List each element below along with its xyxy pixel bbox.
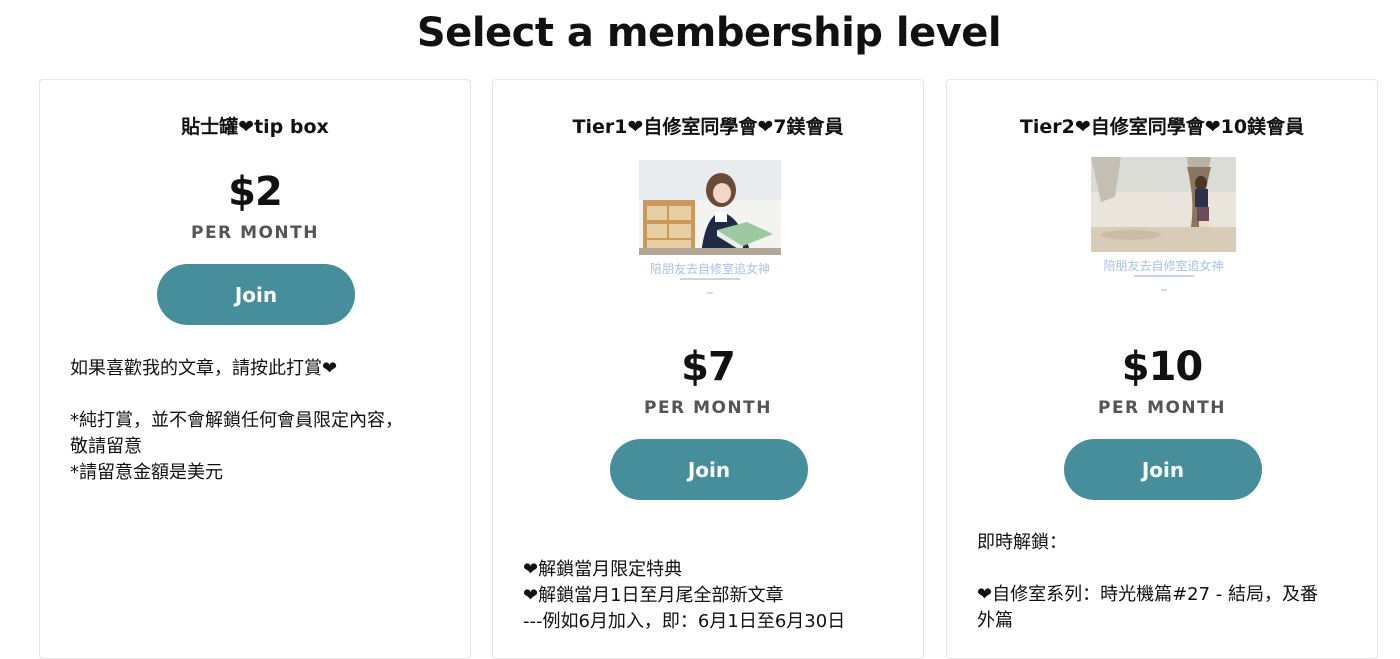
cover-caption: 陪朋友去自修室追女神 (649, 262, 770, 276)
cover-photo (1091, 157, 1236, 252)
tier-description: 即時解鎖： ❤自修室系列：時光機篇#27 - 結局，及番 外篇 (977, 532, 1319, 631)
tier-name: 貼士罐❤tip box (181, 116, 329, 138)
tier-name: Tier1❤自修室同學會❤7鎂會員 (572, 116, 844, 138)
tier-name: Tier2❤自修室同學會❤10鎂會員 (1019, 116, 1305, 138)
cover-subcaption-line (639, 278, 781, 282)
cover-subcaption-line (1091, 275, 1236, 279)
tier-period: PER MONTH (643, 398, 772, 418)
tier-description: 如果喜歡我的文章，請按此打賞❤ *純打賞，並不會解鎖任何會員限定內容， 敬請留意… (70, 358, 403, 483)
tier-description: ❤解鎖當月限定特典 ❤解鎖當月1日至月尾全部新文章 ---例如6月加入，即：6月… (523, 559, 846, 632)
tier-cover-image: 陪朋友去自修室追女神 (1091, 157, 1236, 307)
tier-price: $10 (1121, 344, 1204, 390)
tier-card-tier2: Tier2❤自修室同學會❤10鎂會員 陪朋友去自修室追女神 $10 PER MO… (946, 79, 1378, 659)
tier-card-tier1: Tier1❤自修室同學會❤7鎂會員 陪朋友去自修室追女神 $7 PER MONT… (492, 79, 924, 659)
tier-period: PER MONTH (1097, 398, 1226, 418)
cover-caption: 陪朋友去自修室追女神 (1103, 259, 1224, 273)
join-button[interactable]: Join (610, 439, 808, 500)
tier-card-tip-box: 貼士罐❤tip box $2 PER MONTH Join 如果喜歡我的文章，請… (39, 79, 471, 659)
join-button[interactable]: Join (1064, 439, 1262, 500)
cover-mark (707, 292, 713, 294)
tier-period: PER MONTH (190, 223, 319, 243)
join-button[interactable]: Join (157, 264, 355, 325)
cover-mark (1161, 289, 1167, 291)
tier-cover-image: 陪朋友去自修室追女神 (639, 160, 781, 310)
tier-price: $7 (681, 344, 736, 390)
cover-photo (639, 160, 781, 255)
page-title: Select a membership level (416, 10, 1002, 56)
tier-price: $2 (228, 169, 283, 215)
